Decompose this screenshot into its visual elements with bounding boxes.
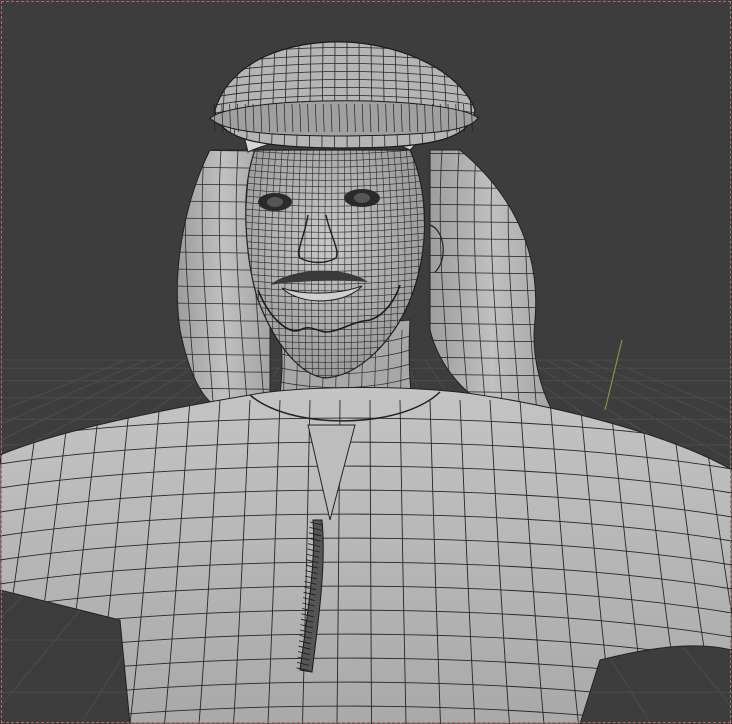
thobe-torso[interactable] [0,387,732,724]
agal-ring[interactable] [209,40,481,150]
3d-viewport[interactable] [0,0,732,724]
scene-canvas[interactable] [0,0,732,724]
